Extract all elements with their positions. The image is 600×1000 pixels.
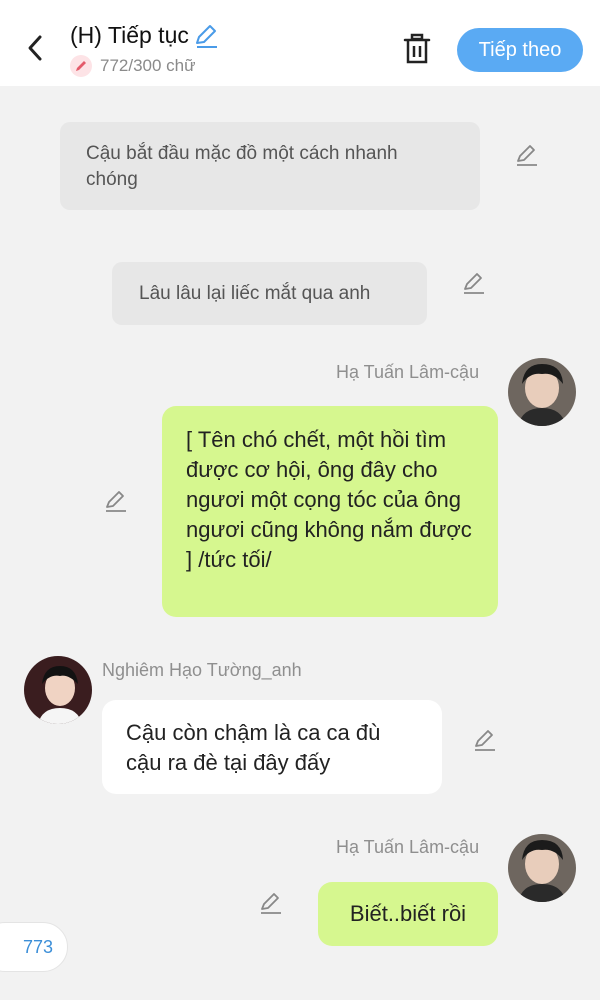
- avatar[interactable]: [508, 834, 576, 902]
- top-bar: (H) Tiếp tục 772/300 chữ Tiếp theo: [0, 0, 600, 86]
- edit-icon[interactable]: [258, 890, 284, 916]
- narration-block[interactable]: Lâu lâu lại liếc mắt qua anh: [112, 262, 427, 325]
- sender-name: Hạ Tuấn Lâm-cậu: [336, 837, 480, 857]
- next-button[interactable]: Tiếp theo: [457, 28, 583, 72]
- edit-title-icon[interactable]: [193, 23, 219, 49]
- word-count: 772/300 chữ: [70, 55, 196, 77]
- sender-name: Nghiêm Hạo Tường_anh: [102, 660, 302, 680]
- edit-icon[interactable]: [103, 488, 129, 514]
- trash-icon: [403, 33, 431, 64]
- page-title: (H) Tiếp tục: [70, 22, 219, 49]
- delete-button[interactable]: [398, 30, 436, 68]
- edit-icon[interactable]: [461, 270, 487, 296]
- message-bubble[interactable]: [ Tên chó chết, một hồi tìm được cơ hội,…: [162, 406, 498, 617]
- back-button[interactable]: [18, 28, 52, 68]
- title-text: (H) Tiếp tục: [70, 22, 189, 48]
- word-count-text: 772/300 chữ: [100, 56, 196, 75]
- edit-icon[interactable]: [472, 727, 498, 753]
- edit-icon[interactable]: [514, 142, 540, 168]
- pencil-icon: [70, 55, 92, 77]
- message-bubble[interactable]: Biết..biết rồi: [318, 882, 498, 946]
- avatar[interactable]: [24, 656, 92, 724]
- sender-name: Hạ Tuấn Lâm-cậu: [336, 362, 480, 382]
- back-icon: [28, 35, 42, 61]
- message-count-badge[interactable]: 773: [0, 922, 68, 972]
- avatar[interactable]: [508, 358, 576, 426]
- narration-block[interactable]: Cậu bắt đầu mặc đồ một cách nhanh chóng: [60, 122, 480, 210]
- message-bubble[interactable]: Cậu còn chậm là ca ca đù cậu ra đè tại đ…: [102, 700, 442, 794]
